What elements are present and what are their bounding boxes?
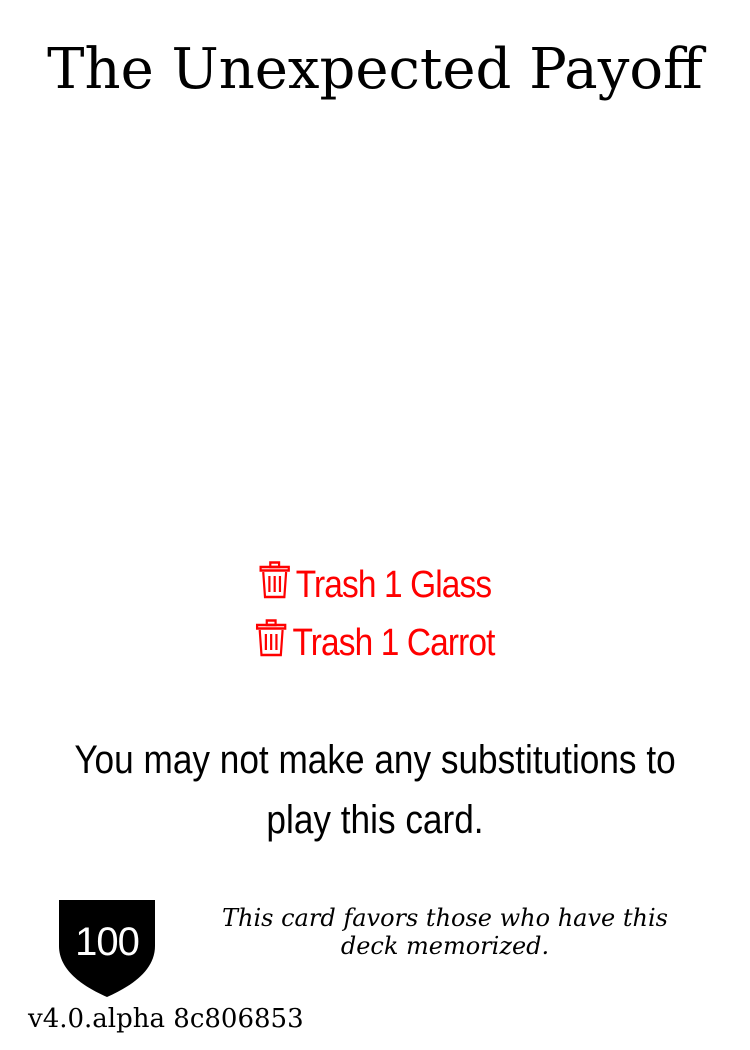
shield-value: 100: [75, 920, 140, 964]
cost-list: Trash 1 Glass Trash 1 Carrot: [0, 556, 750, 672]
cost-text: Trash 1 Glass: [295, 563, 492, 606]
flavor-text: This card favors those who have this dec…: [222, 904, 668, 960]
cost-text: Trash 1 Carrot: [292, 621, 495, 664]
game-card: The Unexpected Payoff Trash 1 Glass Tras…: [0, 0, 750, 1050]
version-label: v4.0.alpha 8c806853: [28, 1004, 304, 1034]
card-title: The Unexpected Payoff: [47, 37, 703, 102]
cost-line-glass: Trash 1 Glass: [45, 556, 705, 614]
trash-icon: [256, 619, 287, 657]
cost-line-carrot: Trash 1 Carrot: [45, 614, 705, 672]
rules-text: You may not make any substitutions to pl…: [74, 738, 676, 842]
shield-badge: 100: [57, 898, 157, 998]
trash-icon: [259, 561, 290, 599]
